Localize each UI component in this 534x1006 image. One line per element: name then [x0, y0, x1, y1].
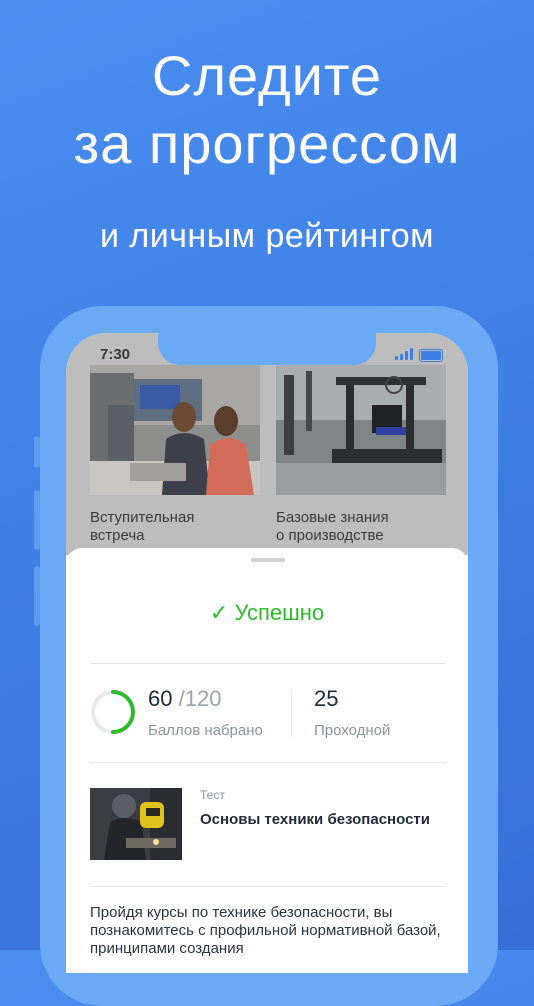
- score-progress-ring: [91, 690, 135, 734]
- status-time: 7:30: [100, 346, 131, 363]
- signal-icon: [395, 348, 413, 360]
- course-card[interactable]: Вступительная встреча: [90, 365, 260, 545]
- test-title[interactable]: Основы техники безопасности: [200, 811, 430, 828]
- result-status: ✓ Успешно: [66, 600, 468, 626]
- phone-screen: 7:30 Вступительная встреча Базовые знани…: [66, 333, 468, 973]
- course-list: Вступительная встреча Базовые знания о п…: [66, 365, 468, 555]
- hero-subtitle: и личным рейтингом: [99, 217, 435, 255]
- divider: [90, 886, 446, 887]
- phone-notch: [158, 333, 376, 365]
- course-card[interactable]: Базовые знания о производстве: [276, 365, 446, 545]
- passing-score: 25: [314, 686, 339, 711]
- hero-title: Следите за прогрессом: [0, 42, 534, 178]
- stats-divider: [291, 689, 292, 737]
- score-value: 60 /120: [148, 686, 221, 712]
- hero-title-line1: Следите: [151, 44, 383, 107]
- test-category: Тест: [200, 788, 225, 802]
- result-status-label: Успешно: [234, 600, 325, 625]
- result-sheet: ✓ Успешно 60 /120 Баллов набрано 25 Прох…: [66, 548, 468, 973]
- hero-title-line2: за прогрессом: [73, 112, 461, 175]
- sheet-grabber[interactable]: [251, 558, 285, 562]
- check-icon: ✓: [209, 600, 229, 625]
- divider: [90, 663, 446, 664]
- score-label: Баллов набрано: [148, 722, 263, 739]
- battery-icon: [419, 349, 443, 362]
- passing-label: Проходной: [314, 722, 391, 739]
- course-title: Базовые знания о производстве: [276, 509, 389, 544]
- test-thumbnail[interactable]: [90, 788, 182, 860]
- course-image-meeting: [90, 365, 260, 495]
- score-current: 60: [148, 686, 173, 711]
- score-max: 120: [184, 686, 222, 711]
- course-title: Вступительная встреча: [90, 509, 195, 544]
- course-image-production: [276, 365, 446, 495]
- divider: [90, 762, 446, 763]
